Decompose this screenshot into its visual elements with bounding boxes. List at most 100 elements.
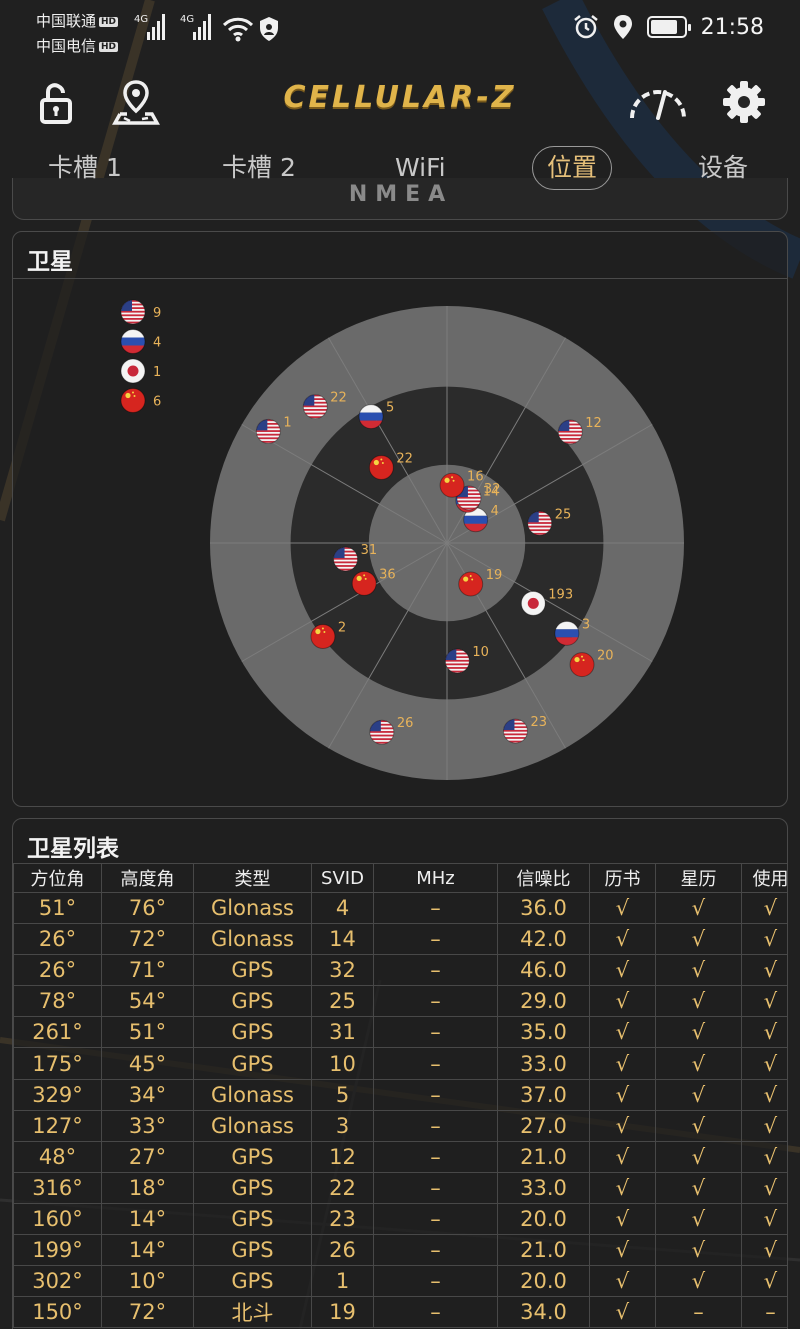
column-header-used[interactable]: 使用 [741, 863, 787, 893]
satellite-svid-label: 5 [386, 401, 394, 416]
almanac-cell: √ [589, 891, 656, 925]
column-header-svid[interactable]: SVID [311, 863, 374, 893]
table-row[interactable]: 316° 18° GPS 22–33.0 √ √ √ [13, 1171, 787, 1204]
tab-location[interactable]: 位置 [532, 146, 613, 190]
table-row[interactable]: 175° 45° GPS 10–33.0 √ √ √ [13, 1047, 787, 1080]
svid-cell: 1 [311, 1265, 374, 1298]
used-cell: √ [741, 1265, 787, 1298]
type-cell: GPS [193, 1047, 312, 1080]
tab-sim-1[interactable]: 卡槽 1 [48, 146, 122, 190]
column-header-azimuth[interactable]: 方位角 [13, 863, 102, 893]
almanac-cell: √ [589, 1234, 656, 1267]
satellite-svid-label: 3 [582, 617, 590, 632]
elevation-cell: 76° [101, 891, 194, 925]
alarm-icon [573, 15, 598, 39]
legend-cn-flag-icon [120, 388, 146, 413]
type-cell: GPS [193, 1016, 312, 1049]
azimuth-cell: 26° [13, 923, 102, 956]
tab-device[interactable]: 设备 [698, 146, 748, 190]
snr-cell: 36.0 [497, 891, 590, 925]
satellite-svid-label: 10 [472, 645, 489, 660]
snr-cell: 33.0 [497, 1047, 590, 1080]
table-row[interactable]: 329° 34° Glonass 5–37.0 √ √ √ [13, 1078, 787, 1111]
type-cell: 北斗 [193, 1296, 312, 1329]
elevation-cell: 72° [101, 923, 194, 956]
column-header-type[interactable]: 类型 [193, 863, 312, 893]
table-row[interactable]: 160° 14° GPS 23–20.0 √ √ √ [13, 1202, 787, 1236]
type-cell: Glonass [193, 1078, 312, 1111]
legend-count-北斗: 6 [153, 395, 161, 410]
used-cell: – [741, 1296, 787, 1329]
table-row[interactable]: 26° 72° Glonass 14–42.0 √ √ √ [13, 923, 787, 956]
snr-cell: 29.0 [497, 985, 590, 1018]
hd-badge: HD [99, 17, 119, 27]
azimuth-cell: 199° [13, 1234, 102, 1267]
used-cell: √ [741, 1109, 787, 1142]
legend-count-Glonass: 4 [153, 336, 161, 351]
column-header-ephemeris[interactable]: 星历 [655, 863, 742, 893]
table-row[interactable]: 51° 76° Glonass 4–36.0 √ √ √ [13, 891, 787, 925]
tab-wifi[interactable]: WiFi [395, 146, 446, 190]
type-cell: GPS [193, 1234, 312, 1267]
satellite-table: 方位角 高度角 类型 SVID MHz 信噪比 历书 星历 使用 51° 76° G… [13, 863, 787, 1329]
type-cell: Glonass [193, 1109, 312, 1142]
ephemeris-cell: √ [655, 1078, 742, 1111]
used-cell: √ [741, 1016, 787, 1049]
speedometer-icon[interactable] [628, 78, 688, 126]
column-header-almanac[interactable]: 历书 [589, 863, 656, 893]
mhz-cell: – [373, 891, 498, 925]
table-row[interactable]: 26° 71° GPS 32–46.0 √ √ √ [13, 954, 787, 987]
table-row[interactable]: 199° 14° GPS 26–21.0 √ √ √ [13, 1234, 787, 1267]
carrier-2-label: 中国电信 [36, 37, 97, 55]
column-header-elevation[interactable]: 高度角 [101, 863, 194, 893]
tab-sim-2[interactable]: 卡槽 2 [222, 146, 296, 190]
table-row[interactable]: 127° 33° Glonass 3–27.0 √ √ √ [13, 1109, 787, 1142]
status-bar: 中国联通 HD 中国电信 HD 4G 4G 21:58 [0, 0, 800, 64]
legend-us-flag-icon [120, 299, 146, 325]
sky-plot: 4143225311053122223261191636222201939416 [120, 299, 684, 780]
satellite-cn-19-icon [458, 571, 484, 597]
almanac-cell: √ [589, 985, 656, 1018]
satellite-us-25-icon [527, 510, 553, 536]
almanac-cell: √ [589, 954, 656, 987]
svid-cell: 4 [311, 891, 374, 925]
almanac-cell: √ [589, 1202, 656, 1236]
ephemeris-cell: √ [655, 985, 742, 1018]
status-right: 21:58 [573, 14, 764, 40]
table-row[interactable]: 261° 51° GPS 31–35.0 √ √ √ [13, 1016, 787, 1049]
satellite-svid-label: 19 [486, 568, 503, 583]
location-icon [613, 15, 632, 39]
table-row[interactable]: 78° 54° GPS 25–29.0 √ √ √ [13, 985, 787, 1018]
column-header-mhz[interactable]: MHz [373, 863, 498, 893]
ephemeris-cell: √ [655, 954, 742, 987]
mhz-cell: – [373, 1047, 498, 1080]
table-row[interactable]: 302° 10° GPS 1–20.0 √ √ √ [13, 1265, 787, 1298]
snr-cell: 34.0 [497, 1296, 590, 1329]
elevation-cell: 10° [101, 1265, 194, 1298]
ephemeris-cell: √ [655, 1047, 742, 1080]
elevation-cell: 14° [101, 1202, 194, 1236]
satellite-svid-label: 22 [396, 451, 413, 466]
elevation-cell: 27° [101, 1140, 194, 1173]
used-cell: √ [741, 1078, 787, 1111]
mhz-cell: – [373, 1140, 498, 1173]
mhz-cell: – [373, 1109, 498, 1142]
almanac-cell: √ [589, 1140, 656, 1173]
satellite-cn-20-icon [569, 652, 595, 678]
table-row[interactable]: 48° 27° GPS 12–21.0 √ √ √ [13, 1140, 787, 1173]
ephemeris-cell: √ [655, 1202, 742, 1236]
elevation-cell: 54° [101, 985, 194, 1018]
gear-icon[interactable] [720, 78, 768, 126]
elevation-cell: 14° [101, 1234, 194, 1267]
svid-cell: 22 [311, 1171, 374, 1204]
svid-cell: 3 [311, 1109, 374, 1142]
table-row[interactable]: 150° 72° 北斗 19–34.0 √ – – [13, 1296, 787, 1329]
almanac-cell: √ [589, 1171, 656, 1204]
satellite-svid-label: 25 [555, 507, 572, 522]
snr-cell: 35.0 [497, 1016, 590, 1049]
column-header-snr[interactable]: 信噪比 [497, 863, 590, 893]
satellite-list-panel: 卫星列表 方位角 高度角 类型 SVID MHz 信噪比 历书 星历 使用 51… [12, 818, 788, 1329]
carrier-1: 中国联通 HD [36, 10, 119, 31]
snr-cell: 27.0 [497, 1109, 590, 1142]
satellite-svid-label: 20 [597, 649, 614, 664]
